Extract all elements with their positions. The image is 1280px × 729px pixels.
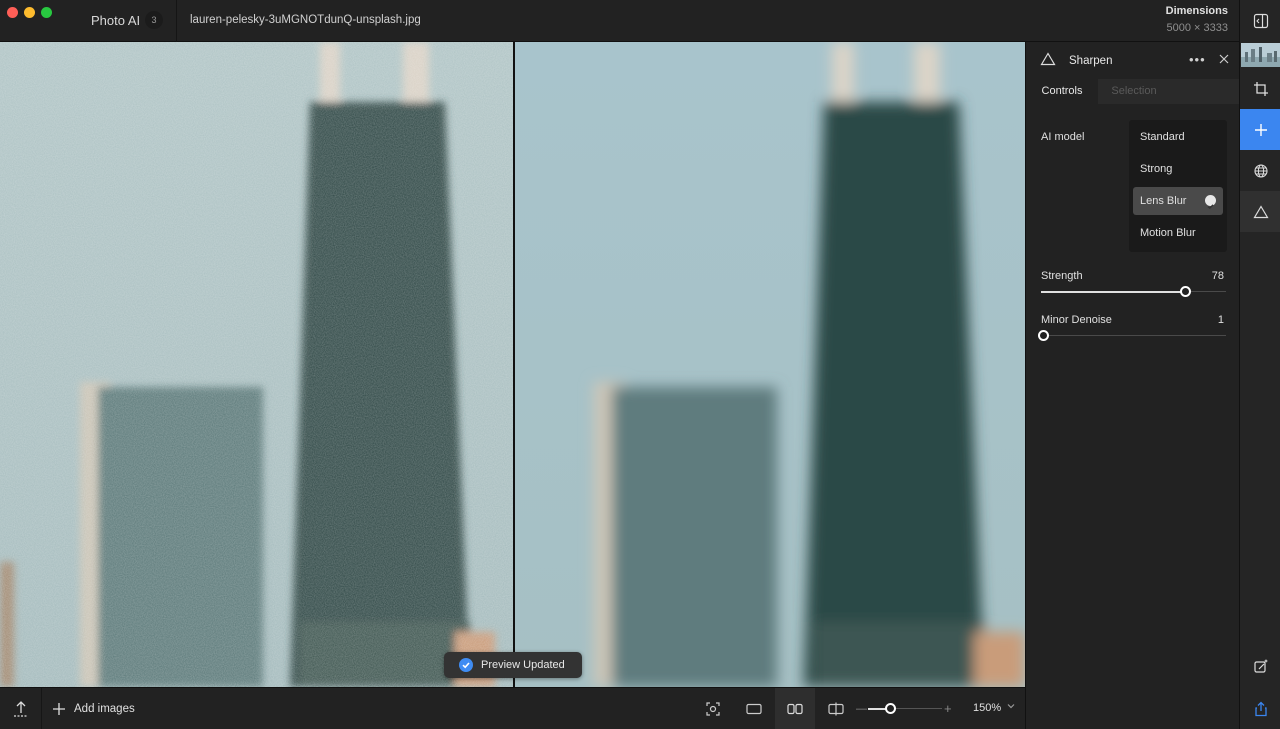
- split-view-button[interactable]: [816, 688, 856, 729]
- model-option-standard[interactable]: Standard: [1133, 123, 1223, 151]
- zoom-dropdown-button[interactable]: [1006, 700, 1016, 714]
- tool-strip: [1239, 0, 1280, 729]
- more-options-icon[interactable]: •••: [1189, 52, 1206, 67]
- model-option-strong[interactable]: Strong: [1133, 155, 1223, 183]
- close-icon: [1219, 54, 1229, 64]
- minor-denoise-label: Minor Denoise: [1041, 314, 1112, 326]
- check-circle-icon: [459, 658, 473, 672]
- thumbnail-image: [1241, 43, 1280, 67]
- dimensions-title: Dimensions: [1165, 5, 1228, 17]
- model-option-label: Motion Blur: [1140, 227, 1196, 239]
- sharpen-triangle-icon: [1252, 204, 1269, 218]
- panel-toggle-icon: [1253, 13, 1268, 28]
- globe-icon: [1253, 163, 1268, 178]
- add-images-button[interactable]: Add images: [52, 700, 135, 718]
- single-view-icon: [746, 703, 762, 715]
- image-thumbnail[interactable]: [1241, 43, 1280, 67]
- strength-value[interactable]: 78: [1212, 270, 1224, 282]
- file-name: lauren-pelesky-3uMGNOTdunQ-unsplash.jpg: [190, 14, 421, 26]
- bottom-divider: [41, 688, 42, 729]
- sharpen-tool-button[interactable]: [1240, 191, 1280, 232]
- bottom-toolbar: Add images — + 150%: [0, 687, 1025, 729]
- close-window-button[interactable]: [7, 7, 18, 18]
- panel-tabs: Controls Selection: [1026, 79, 1240, 104]
- share-button[interactable]: [1240, 688, 1280, 729]
- model-option-motion-blur[interactable]: Motion Blur: [1133, 219, 1223, 247]
- preview-updated-toast: Preview Updated: [444, 652, 582, 678]
- close-panel-button[interactable]: [1218, 53, 1230, 68]
- ai-model-label: AI model: [1041, 131, 1085, 143]
- dimensions-value: 5000 × 3333: [1166, 22, 1228, 34]
- add-enhancement-button[interactable]: [1240, 109, 1280, 150]
- zoom-slider[interactable]: — +: [856, 701, 954, 716]
- minimize-window-button[interactable]: [24, 7, 35, 18]
- tab-controls[interactable]: Controls: [1026, 79, 1098, 104]
- zoom-in-icon[interactable]: +: [944, 701, 952, 716]
- minor-denoise-slider[interactable]: [1038, 330, 1226, 341]
- image-viewer[interactable]: [0, 42, 1025, 687]
- toggle-panel-button[interactable]: [1240, 0, 1280, 41]
- original-image: [0, 42, 513, 687]
- fit-to-screen-button[interactable]: [693, 688, 733, 729]
- magic-edit-button[interactable]: [1240, 645, 1280, 686]
- original-preview: [0, 42, 513, 687]
- sharpen-triangle-icon: [1040, 52, 1056, 69]
- panel-header: Sharpen •••: [1026, 42, 1240, 78]
- focus-frame-icon: [706, 702, 720, 716]
- upload-icon: [14, 701, 28, 717]
- sharpen-panel: Sharpen ••• Controls Selection AI model …: [1025, 42, 1240, 729]
- single-view-button[interactable]: [734, 688, 774, 729]
- panel-title: Sharpen: [1069, 55, 1113, 67]
- image-count-badge[interactable]: 3: [145, 11, 163, 29]
- plus-icon: [1254, 123, 1267, 136]
- zoom-value[interactable]: 150%: [973, 702, 1001, 714]
- split-view-icon: [828, 702, 844, 716]
- strength-fill: [1041, 291, 1185, 293]
- model-option-label: Standard: [1140, 131, 1185, 143]
- chevron-down-icon: [1007, 704, 1015, 709]
- sharpened-preview: [514, 42, 1025, 687]
- strength-label: Strength: [1041, 270, 1083, 282]
- globe-tool-button[interactable]: [1240, 150, 1280, 191]
- side-by-side-view-button[interactable]: [775, 688, 815, 729]
- sharpened-image: [514, 42, 1025, 687]
- model-option-lens-blur[interactable]: Lens Blur: [1133, 187, 1223, 215]
- strength-thumb[interactable]: [1180, 286, 1191, 297]
- ai-model-list: Standard Strong Lens Blur Motion Blur: [1129, 120, 1227, 252]
- model-option-label: Strong: [1140, 163, 1173, 175]
- title-bar: Photo AI 3 lauren-pelesky-3uMGNOTdunQ-un…: [0, 0, 1240, 42]
- app-name: Photo AI: [91, 13, 141, 28]
- minor-denoise-value[interactable]: 1: [1218, 314, 1224, 326]
- compare-divider-handle[interactable]: [513, 42, 515, 687]
- share-icon: [1254, 701, 1267, 716]
- magic-edit-icon: [1253, 658, 1268, 673]
- dimensions-info: Dimensions 5000 × 3333: [1166, 5, 1228, 34]
- title-divider: [176, 0, 177, 42]
- tab-selection[interactable]: Selection: [1098, 79, 1170, 104]
- zoom-window-button[interactable]: [41, 7, 52, 18]
- crop-tool-button[interactable]: [1240, 68, 1280, 109]
- crop-icon: [1253, 81, 1268, 96]
- toast-text: Preview Updated: [481, 659, 565, 671]
- add-images-label: Add images: [74, 703, 135, 715]
- export-button[interactable]: [10, 698, 32, 720]
- zoom-out-icon[interactable]: —: [856, 703, 867, 715]
- minor-denoise-thumb[interactable]: [1038, 330, 1049, 341]
- strength-slider[interactable]: [1041, 286, 1226, 297]
- side-by-side-icon: [787, 703, 803, 715]
- minor-denoise-track: [1041, 335, 1226, 336]
- zoom-thumb[interactable]: [885, 703, 896, 714]
- check-icon: [1205, 195, 1216, 210]
- model-option-label: Lens Blur: [1140, 195, 1187, 207]
- plus-icon: [53, 703, 65, 715]
